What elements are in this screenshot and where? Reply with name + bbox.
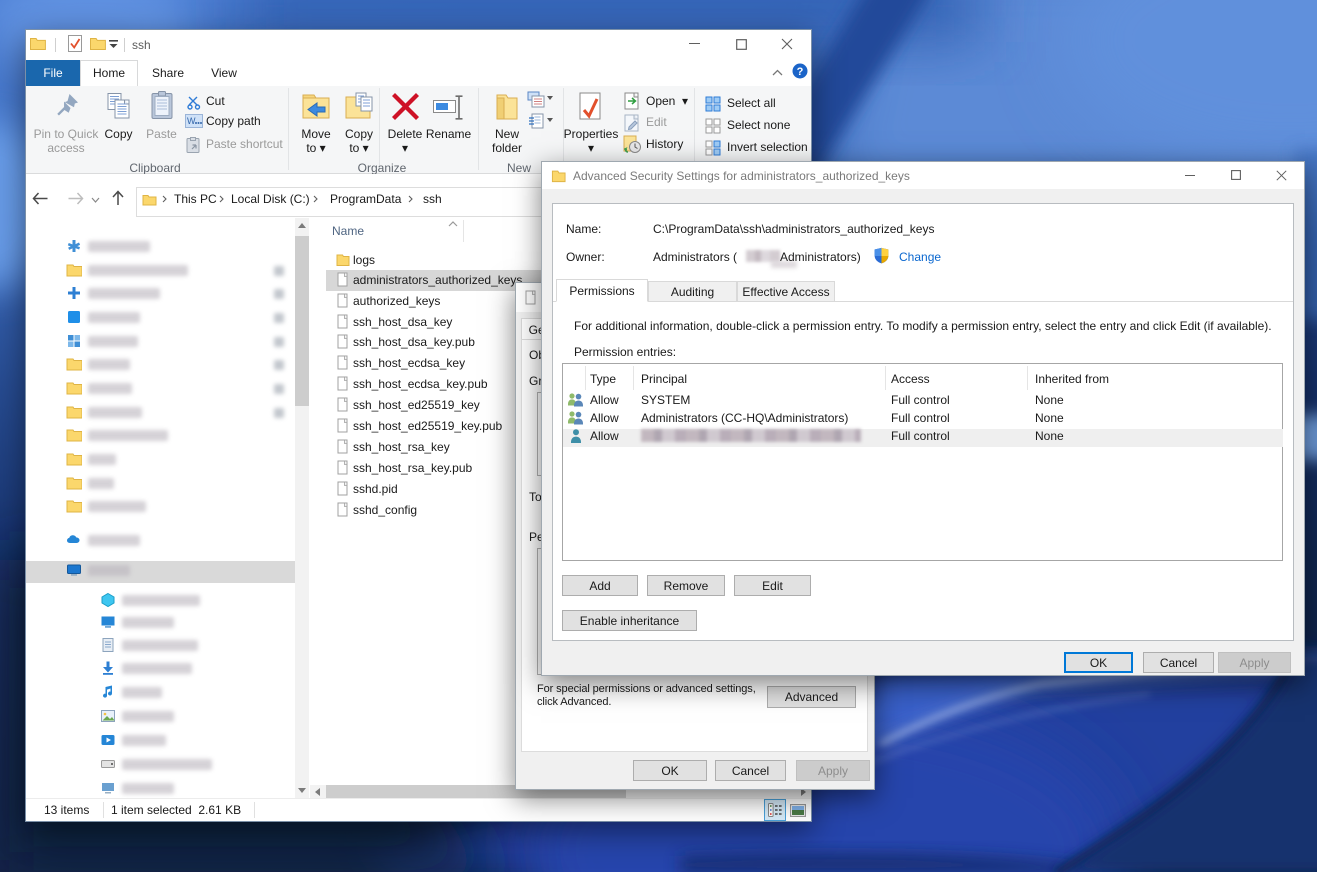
svg-text:W: W	[187, 116, 196, 126]
svg-text:?: ?	[797, 66, 804, 78]
